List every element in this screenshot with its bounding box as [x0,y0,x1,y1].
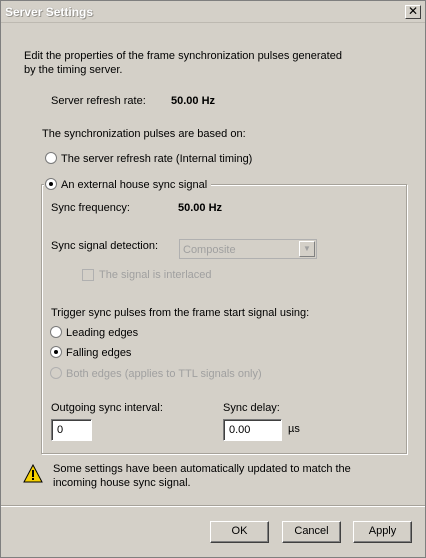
pulses-based-label: The synchronization pulses are based on: [42,128,246,140]
external-sync-label[interactable]: An external house sync signal [61,179,207,191]
apply-button[interactable]: Apply [353,521,412,543]
sync-frequency-label: Sync frequency: [51,202,130,214]
interlaced-checkbox[interactable] [82,269,94,281]
falling-edges-label[interactable]: Falling edges [66,347,131,359]
sync-delay-input[interactable] [223,419,282,441]
title-bar: Server Settings ✕ [1,1,425,23]
warning-line-1: Some settings have been automatically up… [53,463,351,475]
close-icon: ✕ [407,4,419,18]
footer-separator [1,505,425,507]
description-line-1: Edit the properties of the frame synchro… [24,50,342,62]
leading-edges-label[interactable]: Leading edges [66,327,138,339]
outgoing-interval-label: Outgoing sync interval: [51,402,163,414]
window-title: Server Settings [5,5,94,19]
sync-detection-select[interactable]: Composite ▼ [179,239,317,259]
refresh-rate-label: Server refresh rate: [51,95,146,107]
ok-button[interactable]: OK [210,521,269,543]
cancel-button[interactable]: Cancel [282,521,341,543]
internal-timing-radio[interactable] [45,152,57,164]
close-button[interactable]: ✕ [405,5,421,19]
both-edges-label[interactable]: Both edges (applies to TTL signals only) [66,368,262,380]
falling-edges-radio[interactable] [50,346,62,358]
sync-detection-value: Composite [183,244,236,256]
external-sync-radio[interactable] [45,178,57,190]
outgoing-interval-input[interactable] [51,419,92,441]
trigger-label: Trigger sync pulses from the frame start… [51,307,310,319]
both-edges-radio[interactable] [50,367,62,379]
sync-delay-label: Sync delay: [223,402,280,414]
chevron-down-icon[interactable]: ▼ [299,241,315,257]
description-line-2: by the timing server. [24,64,123,76]
warning-line-2: incoming house sync signal. [53,477,191,489]
internal-timing-label[interactable]: The server refresh rate (Internal timing… [61,153,252,165]
server-settings-dialog: Server Settings ✕ Edit the properties of… [0,0,426,558]
leading-edges-radio[interactable] [50,326,62,338]
sync-detection-label: Sync signal detection: [51,240,159,252]
warning-icon [23,464,43,483]
interlaced-label[interactable]: The signal is interlaced [99,269,212,281]
sync-frequency-value: 50.00 Hz [178,202,223,214]
refresh-rate-value: 50.00 Hz [171,95,216,107]
sync-delay-unit: µs [288,423,300,435]
